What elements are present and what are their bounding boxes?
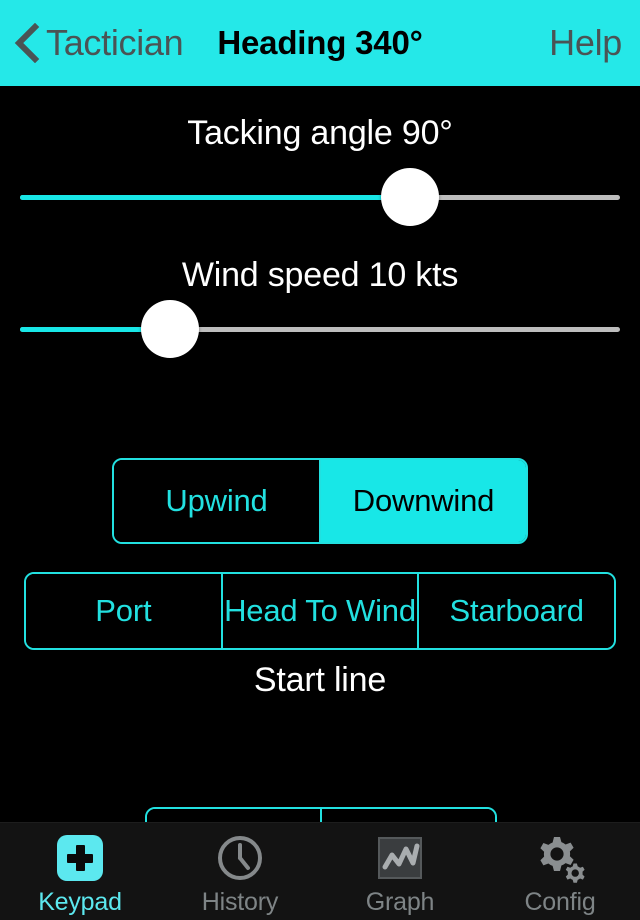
keypad-plus-icon bbox=[52, 831, 108, 885]
segment-head-to-wind[interactable]: Head To Wind bbox=[220, 574, 418, 648]
app-screen: Tactician Heading 340° Help Tacking angl… bbox=[0, 0, 640, 920]
help-button[interactable]: Help bbox=[549, 18, 622, 68]
tacking-angle-slider[interactable] bbox=[20, 168, 620, 228]
start-line-heading: Start line bbox=[253, 661, 387, 699]
page-title: Heading 340° bbox=[217, 24, 423, 61]
gears-icon bbox=[532, 831, 588, 885]
tack-segmented-control[interactable]: Port Head To Wind Starboard bbox=[24, 572, 616, 650]
tab-history-label: History bbox=[201, 888, 279, 916]
navigation-bar: Tactician Heading 340° Help bbox=[0, 0, 640, 86]
tab-keypad-label: Keypad bbox=[38, 888, 122, 916]
tab-config-label: Config bbox=[524, 888, 596, 916]
main-content: Tacking angle 90° Wind speed 10 kts Upwi… bbox=[0, 86, 640, 885]
wind-mode-segmented-control[interactable]: Upwind Downwind bbox=[112, 458, 528, 544]
tab-history[interactable]: History bbox=[160, 823, 320, 920]
clock-icon bbox=[212, 831, 268, 885]
tab-bar: Keypad History Graph Config bbox=[0, 822, 640, 920]
tab-keypad[interactable]: Keypad bbox=[0, 823, 160, 920]
segment-starboard[interactable]: Starboard bbox=[417, 574, 614, 648]
tab-graph[interactable]: Graph bbox=[320, 823, 480, 920]
segment-downwind[interactable]: Downwind bbox=[319, 460, 526, 542]
line-chart-icon bbox=[372, 831, 428, 885]
wind-speed-label: Wind speed 10 kts bbox=[181, 256, 459, 294]
slider-thumb[interactable] bbox=[141, 300, 199, 358]
tab-config[interactable]: Config bbox=[480, 823, 640, 920]
slider-thumb[interactable] bbox=[381, 168, 439, 226]
segment-upwind[interactable]: Upwind bbox=[114, 460, 319, 542]
tacking-angle-label: Tacking angle 90° bbox=[187, 114, 453, 152]
tab-graph-label: Graph bbox=[365, 888, 435, 916]
segment-port[interactable]: Port bbox=[26, 574, 221, 648]
wind-speed-slider[interactable] bbox=[20, 300, 620, 360]
slider-fill bbox=[20, 195, 410, 200]
